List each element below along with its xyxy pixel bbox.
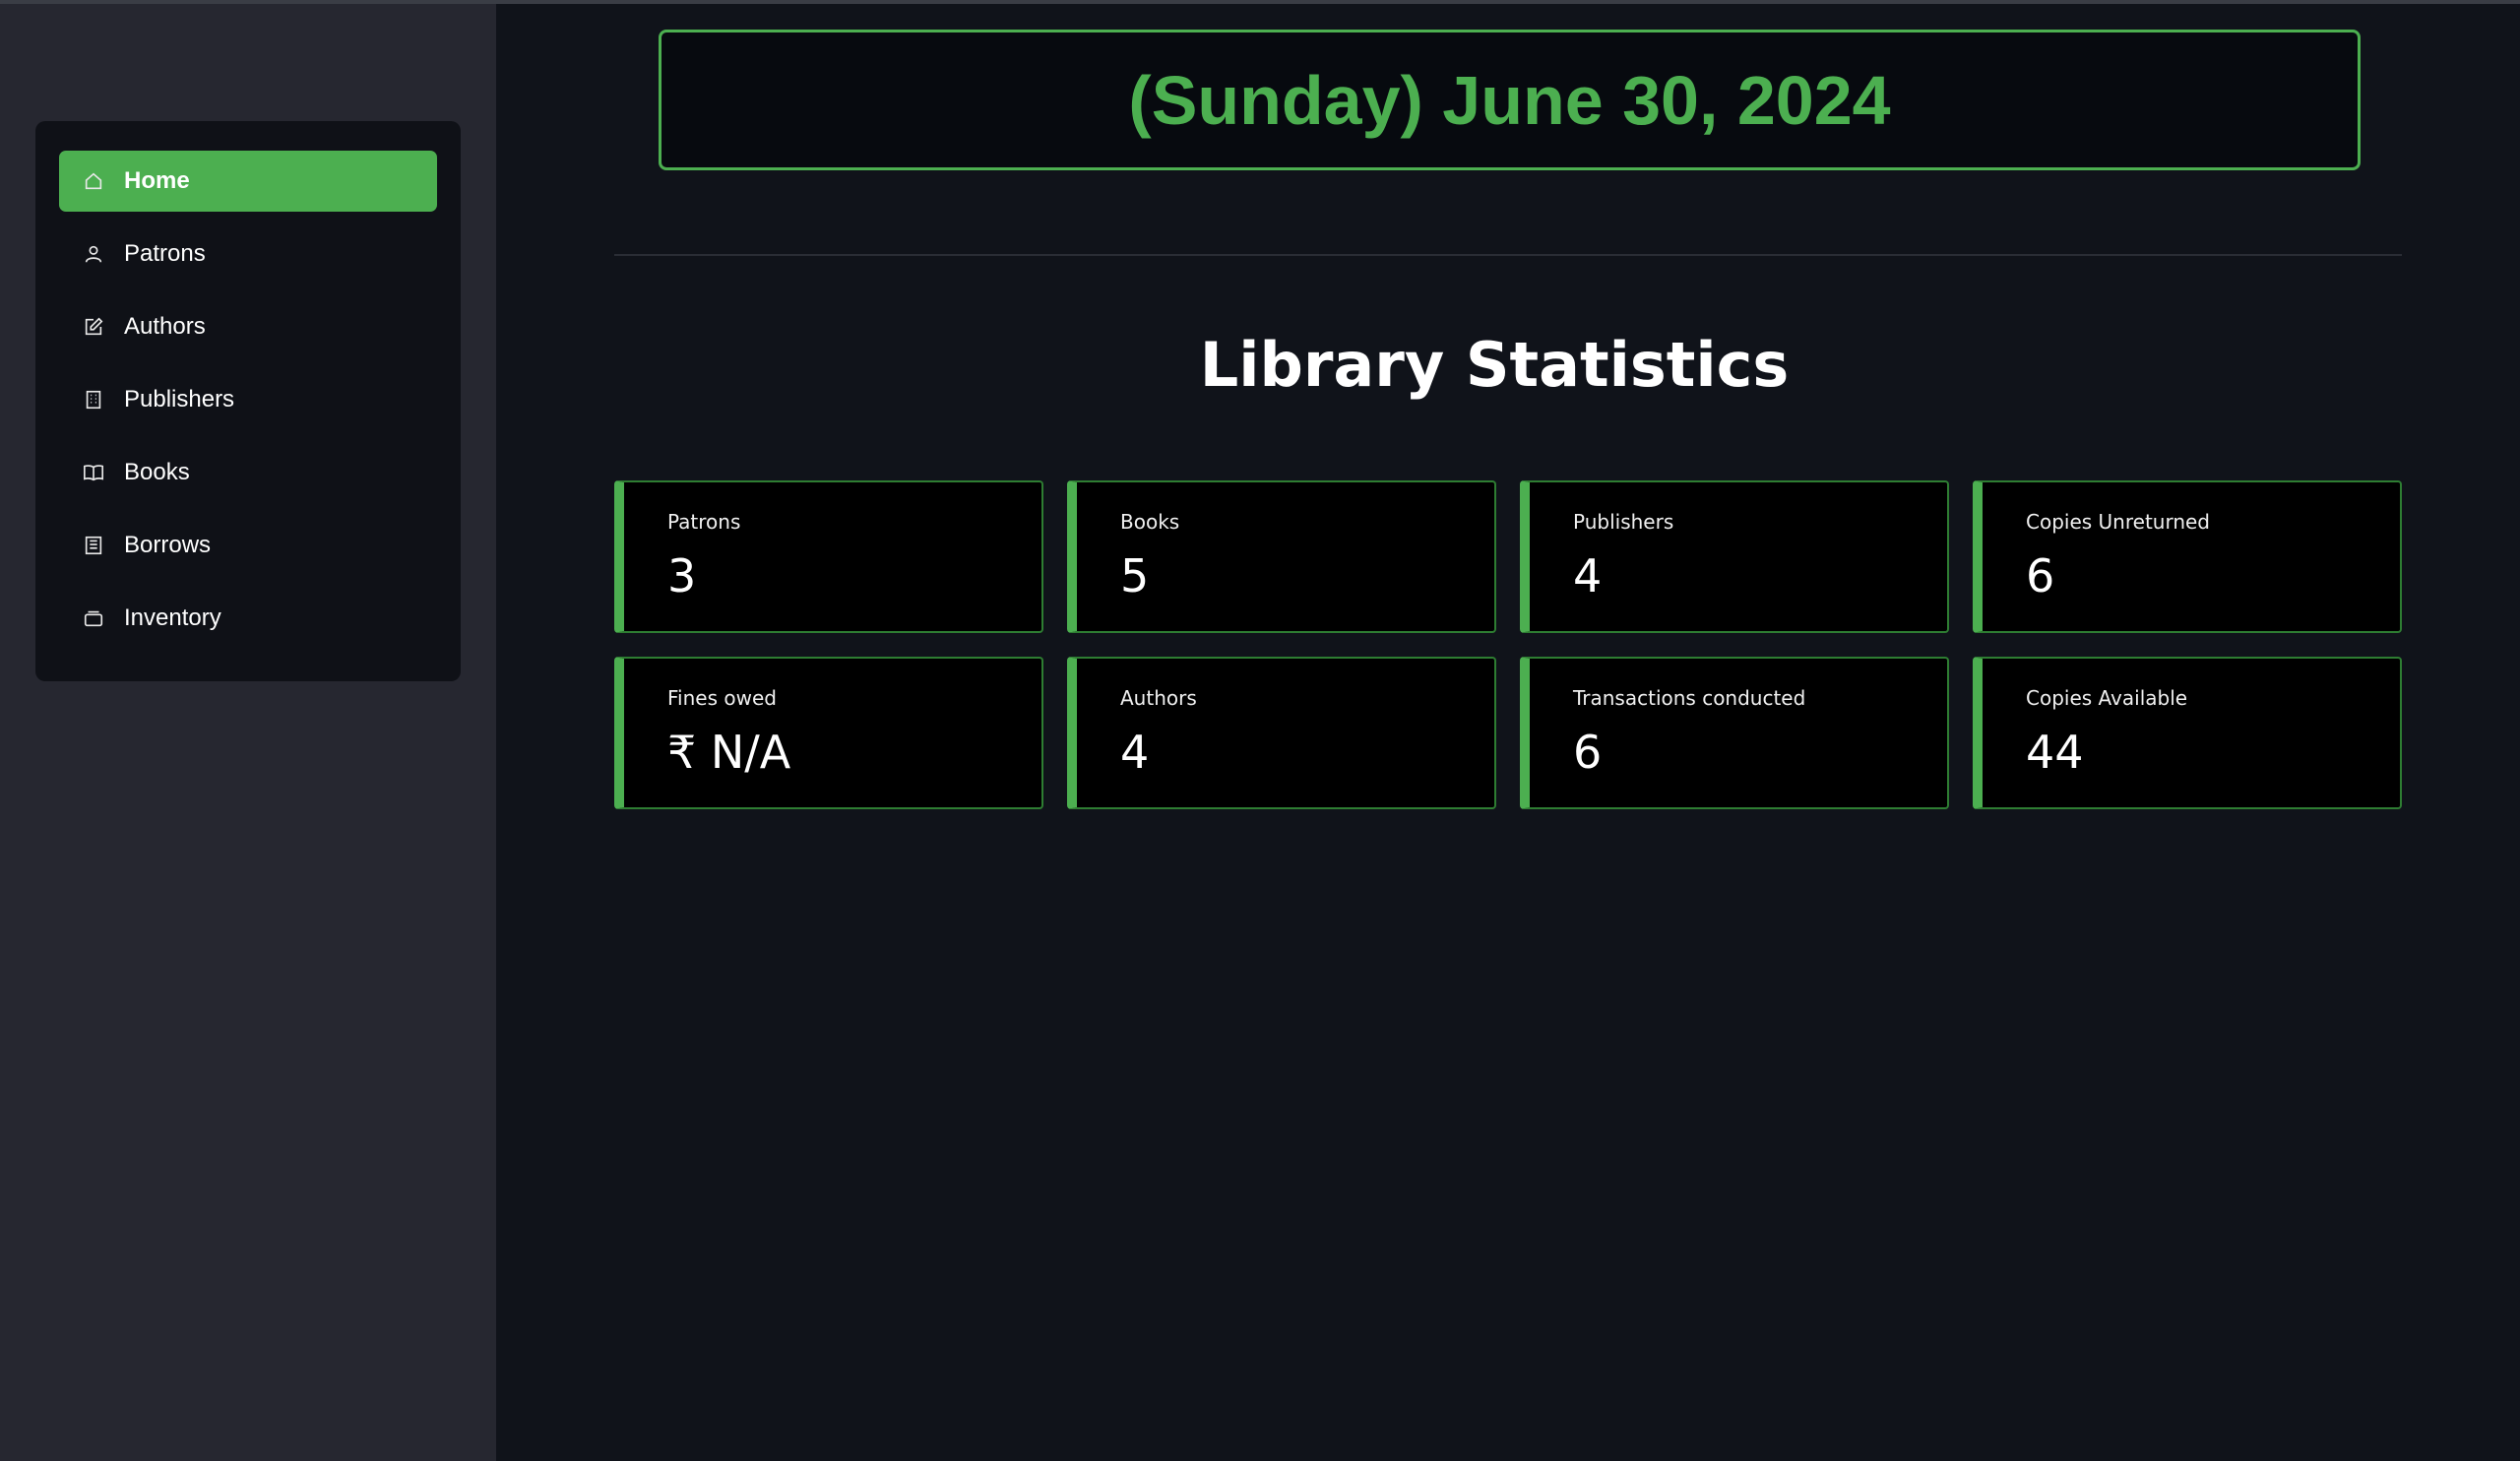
nav-item-books[interactable]: Books — [59, 442, 437, 503]
stat-value: 6 — [2026, 549, 2055, 603]
stat-value: 4 — [1573, 549, 1603, 603]
main-content: (Sunday) June 30, 2024 Library Statistic… — [496, 4, 2520, 1461]
nav-item-label: Books — [124, 459, 190, 485]
nav-item-patrons[interactable]: Patrons — [59, 223, 437, 285]
page-title: Library Statistics — [1199, 329, 1790, 401]
stat-label: Publishers — [1573, 510, 1674, 534]
nav-item-label: Borrows — [124, 532, 212, 558]
box-icon — [81, 605, 106, 631]
stat-card-transactions: Transactions conducted 6 — [1520, 657, 1949, 809]
stat-card-books: Books 5 — [1067, 480, 1496, 633]
nav-item-label: Patrons — [124, 240, 206, 267]
stat-value: 5 — [1120, 549, 1150, 603]
stat-label: Fines owed — [667, 686, 777, 710]
nav-menu: Home Patrons Authors Publishers Books Bo… — [35, 121, 461, 681]
stat-value: ₹ N/A — [667, 726, 791, 779]
stat-value: 4 — [1120, 726, 1150, 779]
ledger-icon — [81, 533, 106, 558]
nav-item-authors[interactable]: Authors — [59, 296, 437, 357]
nav-item-home[interactable]: Home — [59, 151, 437, 212]
edit-icon — [81, 314, 106, 340]
stat-value: 44 — [2026, 726, 2084, 779]
stat-card-copies-available: Copies Available 44 — [1973, 657, 2402, 809]
nav-item-label: Inventory — [124, 604, 221, 631]
book-icon — [81, 460, 106, 485]
nav-item-borrows[interactable]: Borrows — [59, 515, 437, 576]
sidebar: Home Patrons Authors Publishers Books Bo… — [0, 4, 496, 1461]
nav-item-publishers[interactable]: Publishers — [59, 369, 437, 430]
nav-item-label: Authors — [124, 313, 206, 340]
stat-label: Transactions conducted — [1573, 686, 1806, 710]
stat-card-patrons: Patrons 3 — [614, 480, 1043, 633]
stat-card-fines-owed: Fines owed ₹ N/A — [614, 657, 1043, 809]
date-banner: (Sunday) June 30, 2024 — [659, 30, 2361, 170]
stat-label: Books — [1120, 510, 1180, 534]
person-icon — [81, 241, 106, 267]
stat-value: 3 — [667, 549, 697, 603]
nav-item-inventory[interactable]: Inventory — [59, 588, 437, 649]
home-icon — [81, 168, 106, 194]
building-icon — [81, 387, 106, 413]
stat-card-copies-unreturned: Copies Unreturned 6 — [1973, 480, 2402, 633]
stats-grid: Patrons 3 Books 5 Publishers 4 Copies Un… — [614, 480, 2402, 809]
stat-card-authors: Authors 4 — [1067, 657, 1496, 809]
divider — [614, 254, 2402, 256]
stat-label: Authors — [1120, 686, 1197, 710]
stat-label: Copies Unreturned — [2026, 510, 2211, 534]
nav-item-label: Home — [124, 167, 190, 194]
stat-value: 6 — [1573, 726, 1603, 779]
nav-item-label: Publishers — [124, 386, 235, 413]
stat-card-publishers: Publishers 4 — [1520, 480, 1949, 633]
stat-label: Copies Available — [2026, 686, 2188, 710]
stat-label: Patrons — [667, 510, 741, 534]
